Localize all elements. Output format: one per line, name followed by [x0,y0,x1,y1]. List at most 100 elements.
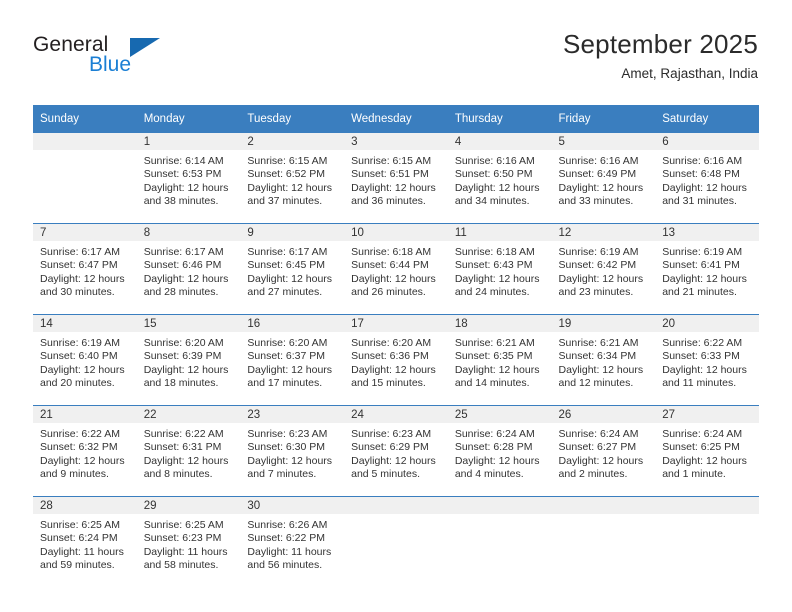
day-details: Sunrise: 6:19 AM Sunset: 6:41 PM Daylight:… [655,241,759,300]
calendar-day-cell[interactable]: 23 Sunrise: 6:23 AM Sunset: 6:30 PM Dayligh… [240,405,345,497]
daylight-text-line1: Daylight: 12 hours [558,181,644,194]
day-details: Sunrise: 6:22 AM Sunset: 6:33 PM Daylight:… [655,332,759,391]
calendar-day-cell[interactable]: 18 Sunrise: 6:21 AM Sunset: 6:35 PM Dayligh… [447,314,552,406]
calendar-day-cell[interactable]: 8 Sunrise: 6:17 AM Sunset: 6:46 PM Daylight… [136,223,241,315]
calendar-day-cell[interactable]: 9 Sunrise: 6:17 AM Sunset: 6:45 PM Daylight… [240,223,345,315]
day-cell-inner: 8 Sunrise: 6:17 AM Sunset: 6:46 PM Daylight… [136,224,241,314]
calendar-day-cell[interactable]: 14 Sunrise: 6:19 AM Sunset: 6:40 PM Dayligh… [33,314,137,406]
sunset-text: Sunset: 6:40 PM [40,350,118,363]
weekday-header-monday: Monday [136,105,241,133]
day-details: Sunrise: 6:22 AM Sunset: 6:32 PM Daylight:… [33,423,137,482]
sunrise-text: Sunrise: 6:24 AM [454,428,535,440]
day-number [33,133,137,150]
logo-text-blue: Blue [89,53,132,76]
calendar-day-cell[interactable]: 11 Sunrise: 6:18 AM Sunset: 6:43 PM Dayligh… [447,223,552,315]
sunset-text: Sunset: 6:30 PM [247,441,326,454]
sunrise-text: Sunrise: 6:17 AM [143,246,224,258]
daylight-text-line2: and 36 minutes. [351,195,426,208]
sunset-text: Sunset: 6:29 PM [351,441,429,454]
daylight-text-line2: and 31 minutes. [662,195,737,208]
day-details: Sunrise: 6:22 AM Sunset: 6:31 PM Daylight:… [137,423,241,482]
day-number: 20 [655,315,759,332]
day-details: Sunrise: 6:16 AM Sunset: 6:49 PM Daylight:… [552,150,656,209]
calendar-day-cell[interactable]: 27 Sunrise: 6:24 AM Sunset: 6:25 PM Dayligh… [655,405,759,497]
day-cell-inner: 13 Sunrise: 6:19 AM Sunset: 6:41 PM Dayligh… [655,224,759,314]
calendar-day-cell[interactable]: 17 Sunrise: 6:20 AM Sunset: 6:36 PM Dayligh… [344,314,448,406]
calendar-day-cell[interactable]: 19 Sunrise: 6:21 AM Sunset: 6:34 PM Dayligh… [551,314,656,406]
calendar-day-cell[interactable]: 21 Sunrise: 6:22 AM Sunset: 6:32 PM Dayligh… [33,405,137,497]
calendar-day-cell[interactable]: 15 Sunrise: 6:20 AM Sunset: 6:39 PM Dayligh… [136,314,241,406]
daylight-text-line1: Daylight: 12 hours [558,363,644,376]
calendar-day-cell[interactable]: 7 Sunrise: 6:17 AM Sunset: 6:47 PM Daylight… [33,223,137,315]
sunset-text: Sunset: 6:33 PM [662,350,740,363]
sunset-text: Sunset: 6:43 PM [454,259,533,272]
daylight-text-line2: and 8 minutes. [143,468,213,481]
day-details: Sunrise: 6:19 AM Sunset: 6:42 PM Daylight:… [552,241,656,300]
calendar-day-cell[interactable]: 3 Sunrise: 6:15 AM Sunset: 6:51 PM Daylight… [344,133,448,224]
calendar-day-cell[interactable]: 28 Sunrise: 6:25 AM Sunset: 6:24 PM Dayligh… [33,496,137,587]
calendar-week-row: 28 Sunrise: 6:25 AM Sunset: 6:24 PM Dayligh… [33,496,759,587]
calendar-day-cell[interactable]: 6 Sunrise: 6:16 AM Sunset: 6:48 PM Daylight… [655,133,759,224]
calendar-day-cell[interactable]: 4 Sunrise: 6:16 AM Sunset: 6:50 PM Daylight… [447,133,552,224]
day-details: Sunrise: 6:21 AM Sunset: 6:35 PM Daylight:… [448,332,552,391]
day-details: Sunrise: 6:15 AM Sunset: 6:51 PM Daylight:… [344,150,448,209]
calendar-header-row: Sunday Monday Tuesday Wednesday Thursday Frid… [33,105,759,133]
sunset-text: Sunset: 6:50 PM [454,168,533,181]
daylight-text-line2: and 12 minutes. [558,377,634,390]
calendar-day-cell[interactable]: 13 Sunrise: 6:19 AM Sunset: 6:41 PM Dayligh… [655,223,759,315]
day-number: 14 [33,315,137,332]
page-title: September 2025 [562,29,758,59]
calendar-day-cell[interactable]: 25 Sunrise: 6:24 AM Sunset: 6:28 PM Dayligh… [447,405,552,497]
calendar-day-cell[interactable]: 5 Sunrise: 6:16 AM Sunset: 6:49 PM Daylight… [551,133,656,224]
calendar-day-cell[interactable]: 22 Sunrise: 6:22 AM Sunset: 6:31 PM Dayligh… [136,405,241,497]
calendar-day-cell[interactable]: 1 Sunrise: 6:14 AM Sunset: 6:53 PM Daylight… [136,133,241,224]
sunset-text: Sunset: 6:27 PM [558,441,637,454]
sunrise-text: Sunrise: 6:15 AM [351,155,432,167]
daylight-text-line2: and 9 minutes. [40,468,109,481]
calendar-day-cell[interactable]: 29 Sunrise: 6:25 AM Sunset: 6:23 PM Dayligh… [136,496,241,587]
sunset-text: Sunset: 6:42 PM [558,259,637,272]
day-details: Sunrise: 6:17 AM Sunset: 6:45 PM Daylight:… [240,241,344,300]
calendar-day-cell[interactable]: 30 Sunrise: 6:26 AM Sunset: 6:22 PM Dayligh… [240,496,345,587]
sunset-text: Sunset: 6:48 PM [662,168,740,181]
calendar-day-cell[interactable]: 20 Sunrise: 6:22 AM Sunset: 6:33 PM Dayligh… [655,314,759,406]
daylight-text-line2: and 2 minutes. [558,468,628,481]
sunrise-text: Sunrise: 6:20 AM [143,337,224,349]
day-details: Sunrise: 6:20 AM Sunset: 6:36 PM Daylight:… [344,332,448,391]
day-cell-inner [551,497,656,587]
calendar-cell-empty [655,496,759,587]
day-details: Sunrise: 6:18 AM Sunset: 6:43 PM Daylight:… [448,241,552,300]
calendar-cell-empty [447,496,552,587]
calendar-cell-empty [33,133,137,224]
day-number: 6 [655,133,759,150]
daylight-text-line1: Daylight: 12 hours [454,181,540,194]
daylight-text-line2: and 33 minutes. [558,195,634,208]
calendar-body: 1 Sunrise: 6:14 AM Sunset: 6:53 PM Daylight… [33,133,759,587]
weekday-header-friday: Friday [551,105,656,133]
day-details: Sunrise: 6:20 AM Sunset: 6:39 PM Daylight:… [137,332,241,391]
calendar-day-cell[interactable]: 24 Sunrise: 6:23 AM Sunset: 6:29 PM Dayligh… [344,405,448,497]
day-details: Sunrise: 6:17 AM Sunset: 6:46 PM Daylight:… [137,241,241,300]
calendar-day-cell[interactable]: 10 Sunrise: 6:18 AM Sunset: 6:44 PM Dayligh… [344,223,448,315]
day-details: Sunrise: 6:24 AM Sunset: 6:25 PM Daylight:… [655,423,759,482]
daylight-text-line1: Daylight: 12 hours [454,272,540,285]
day-cell-inner: 27 Sunrise: 6:24 AM Sunset: 6:25 PM Dayligh… [655,406,759,496]
calendar-day-cell[interactable]: 12 Sunrise: 6:19 AM Sunset: 6:42 PM Dayligh… [551,223,656,315]
calendar-day-cell[interactable]: 2 Sunrise: 6:15 AM Sunset: 6:52 PM Daylight… [240,133,345,224]
general-blue-logo[interactable]: General Blue [33,33,203,85]
day-number: 13 [655,224,759,241]
day-number: 16 [240,315,345,332]
day-cell-inner: 6 Sunrise: 6:16 AM Sunset: 6:48 PM Daylight… [655,133,759,223]
sunset-text: Sunset: 6:41 PM [662,259,740,272]
daylight-text-line1: Daylight: 12 hours [662,363,747,376]
day-number: 11 [447,224,552,241]
sunset-text: Sunset: 6:53 PM [143,168,222,181]
day-details [655,514,759,519]
calendar-day-cell[interactable]: 26 Sunrise: 6:24 AM Sunset: 6:27 PM Dayligh… [551,405,656,497]
calendar-day-cell[interactable]: 16 Sunrise: 6:20 AM Sunset: 6:37 PM Dayligh… [240,314,345,406]
day-details: Sunrise: 6:24 AM Sunset: 6:27 PM Daylight:… [552,423,656,482]
daylight-text-line1: Daylight: 12 hours [40,363,125,376]
sunset-text: Sunset: 6:34 PM [558,350,637,363]
daylight-text-line2: and 5 minutes. [351,468,420,481]
sunset-text: Sunset: 6:36 PM [351,350,429,363]
